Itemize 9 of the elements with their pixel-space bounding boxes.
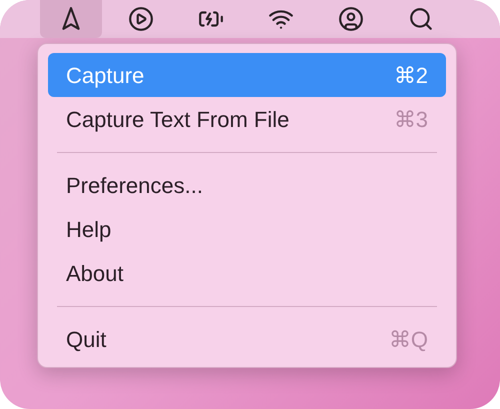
menu-item[interactable]: Quit ⌘Q <box>48 317 446 361</box>
menu-item[interactable]: Preferences... <box>48 163 446 207</box>
play-icon <box>128 6 154 32</box>
menu-item[interactable]: About <box>48 251 446 295</box>
search-icon <box>408 6 434 32</box>
menu-item[interactable]: Help <box>48 207 446 251</box>
user-icon <box>338 6 364 32</box>
menu-bar-item[interactable] <box>40 0 102 38</box>
menu-item[interactable]: Capture Text From File ⌘3 <box>48 97 446 141</box>
